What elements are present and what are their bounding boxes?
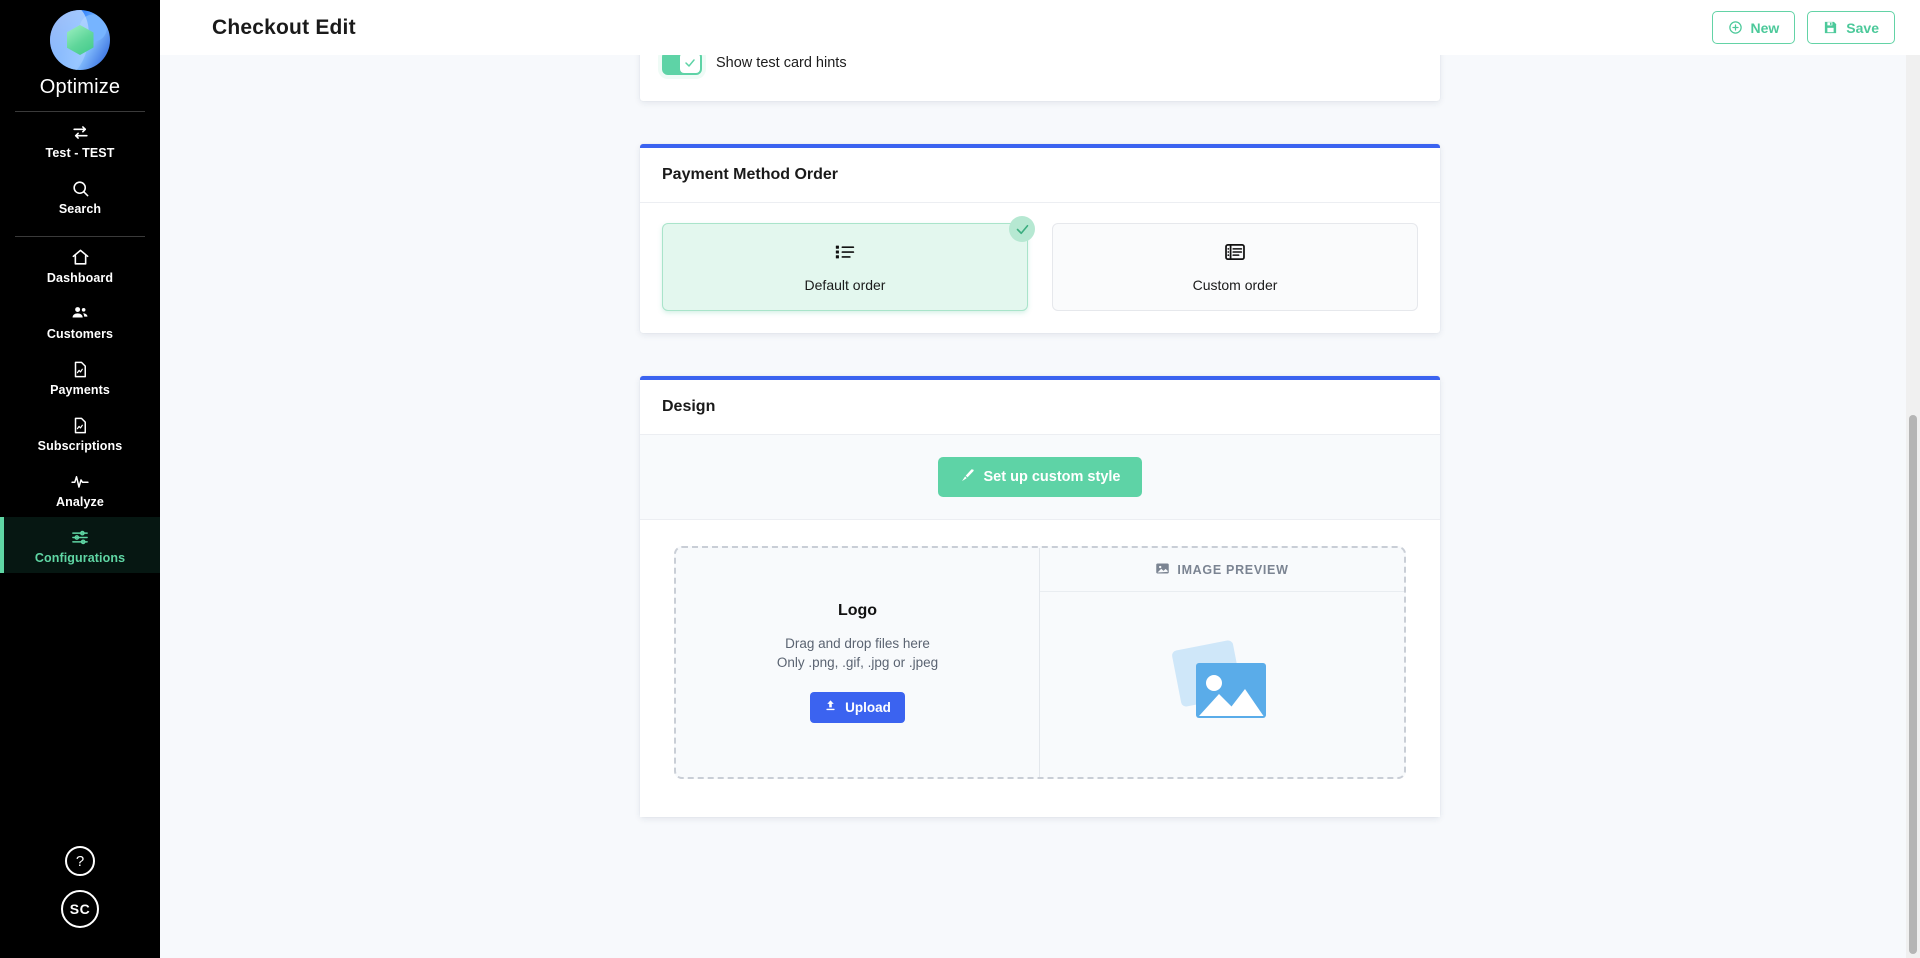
plus-circle-icon: [1728, 20, 1743, 35]
image-preview-body: [1040, 592, 1404, 777]
payment-method-order-card: Payment Method Order Default order Custo…: [640, 144, 1440, 333]
sidebar-nav-group: Dashboard Customers Payments Subscriptio…: [0, 237, 160, 573]
design-header: Design: [640, 380, 1440, 435]
pulse-icon: [69, 472, 91, 491]
list-bullet-icon: [834, 241, 856, 268]
sidebar-item-payments[interactable]: Payments: [0, 349, 160, 405]
sidebar-item-label: Configurations: [34, 551, 126, 565]
show-test-card-hints-label: Show test card hints: [716, 55, 847, 71]
cards-column: Show test card hints Payment Method Orde…: [640, 55, 1440, 817]
test-card-hints-card: Show test card hints: [640, 55, 1440, 101]
order-option-default[interactable]: Default order: [662, 216, 1035, 311]
image-placeholder-icon: [1162, 632, 1282, 737]
sidebar-item-label: Dashboard: [46, 271, 114, 285]
upload-icon: [824, 699, 837, 715]
sidebar-item-analyze[interactable]: Analyze: [0, 461, 160, 517]
logo-drop-line1: Drag and drop files here: [785, 636, 930, 652]
toggle-knob: [680, 55, 700, 73]
main-area: Checkout Edit New Save Show test card hi…: [160, 0, 1920, 958]
save-button-label: Save: [1846, 19, 1879, 36]
sidebar-bottom: ? SC: [0, 846, 160, 958]
sidebar-item-search[interactable]: Search: [0, 168, 160, 224]
sidebar-item-label: Search: [58, 202, 102, 216]
logo-zone-wrapper: Logo Drag and drop files here Only .png,…: [640, 520, 1440, 817]
upload-button-label: Upload: [845, 699, 891, 715]
order-option-custom[interactable]: Custom order: [1052, 223, 1418, 311]
top-bar-actions: New Save: [1711, 11, 1895, 44]
sidebar-item-label: Test - TEST: [45, 146, 115, 160]
top-bar: Checkout Edit New Save: [160, 0, 1920, 55]
new-button-label: New: [1750, 19, 1780, 36]
payment-method-order-body: Default order Custom order: [640, 203, 1440, 333]
sidebar-item-test-test[interactable]: Test - TEST: [0, 112, 160, 168]
logo-drop-line2: Only .png, .gif, .jpg or .jpeg: [776, 655, 939, 670]
users-icon: [70, 304, 90, 323]
sidebar-item-label: Customers: [46, 327, 114, 341]
search-icon: [71, 179, 90, 198]
floppy-disk-icon: [1823, 20, 1838, 35]
brand-name: Optimize: [39, 76, 121, 98]
image-preview-panel: IMAGE PREVIEW: [1040, 548, 1404, 777]
payment-method-order-title: Payment Method Order: [662, 166, 839, 183]
new-button[interactable]: New: [1711, 11, 1796, 44]
design-card: Design Set up custom style Logo Drag and…: [640, 376, 1440, 817]
home-icon: [71, 248, 90, 267]
show-test-card-hints-toggle[interactable]: [662, 55, 702, 75]
order-options: Default order Custom order: [662, 216, 1418, 311]
set-up-custom-style-button[interactable]: Set up custom style: [937, 457, 1143, 497]
test-card-hints-body: Show test card hints: [640, 55, 1440, 101]
sidebar-item-label: Analyze: [56, 495, 104, 509]
save-button[interactable]: Save: [1807, 11, 1895, 44]
document-chart-icon: [71, 360, 89, 379]
sidebar-item-label: Subscriptions: [37, 439, 123, 453]
sidebar-item-label: Payments: [50, 383, 110, 397]
sidebar-item-customers[interactable]: Customers: [0, 293, 160, 349]
page-title: Checkout Edit: [212, 15, 356, 39]
sidebar-top-group: Test - TEST Search: [0, 112, 160, 224]
scroll-content: Show test card hints Payment Method Orde…: [160, 55, 1920, 958]
show-test-card-hints-row: Show test card hints: [662, 55, 1418, 75]
image-preview-label: IMAGE PREVIEW: [1177, 562, 1289, 577]
order-option-label: Custom order: [1192, 277, 1278, 293]
sidebar-item-configurations[interactable]: Configurations: [0, 517, 160, 573]
brush-icon: [960, 468, 975, 487]
order-option-label: Default order: [804, 277, 886, 293]
vertical-scrollbar-track[interactable]: [1906, 55, 1920, 958]
sidebar-item-dashboard[interactable]: Dashboard: [0, 237, 160, 293]
logo-drop-area[interactable]: Logo Drag and drop files here Only .png,…: [676, 548, 1040, 777]
list-box-icon: [1224, 241, 1246, 268]
hexagon-sphere-logo-icon: [50, 10, 110, 70]
sliders-icon: [70, 528, 90, 547]
sidebar-item-subscriptions[interactable]: Subscriptions: [0, 405, 160, 461]
vertical-scrollbar-thumb[interactable]: [1909, 415, 1917, 954]
logo-hexagon: [66, 25, 94, 55]
document-chart-icon: [71, 416, 89, 435]
brand: Optimize: [0, 0, 160, 99]
selected-check-badge: [1009, 216, 1035, 242]
logo-dropzone[interactable]: Logo Drag and drop files here Only .png,…: [674, 546, 1406, 779]
avatar[interactable]: SC: [61, 890, 99, 928]
set-up-custom-style-label: Set up custom style: [983, 469, 1121, 485]
sidebar: Optimize Test - TEST Search Dashboard Cu…: [0, 0, 160, 958]
switch-arrows-icon: [71, 123, 90, 142]
help-button[interactable]: ?: [65, 846, 95, 876]
logo-drop-title: Logo: [837, 602, 878, 620]
design-actions: Set up custom style: [640, 435, 1440, 520]
upload-button[interactable]: Upload: [810, 691, 905, 723]
payment-method-order-header: Payment Method Order: [640, 148, 1440, 203]
image-preview-header: IMAGE PREVIEW: [1040, 548, 1404, 592]
design-title: Design: [662, 398, 716, 415]
image-icon: [1155, 561, 1170, 579]
check-icon: [1016, 224, 1028, 234]
check-icon: [685, 59, 695, 67]
